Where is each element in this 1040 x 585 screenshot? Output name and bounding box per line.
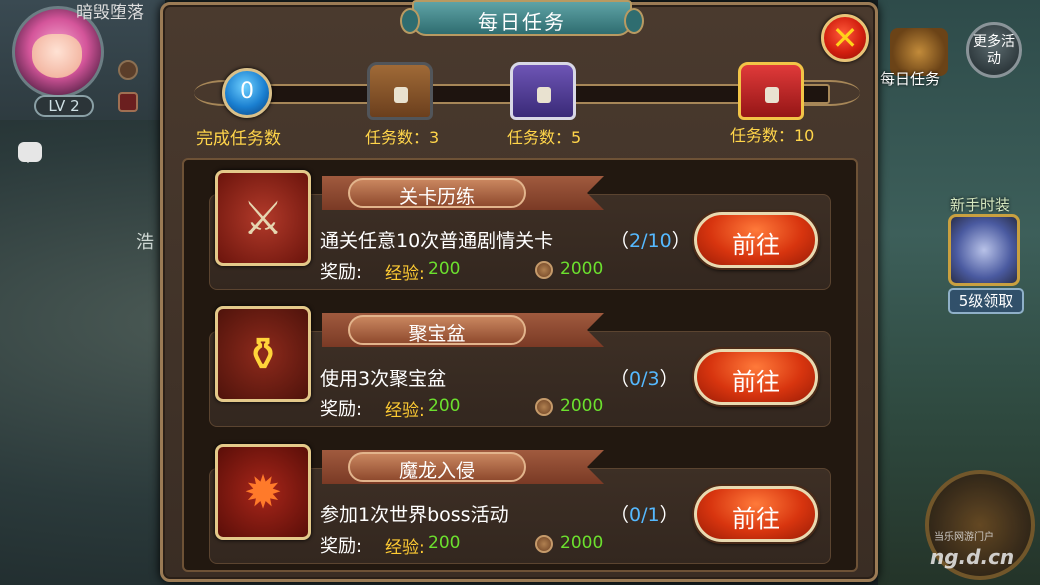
task-progress-open: （	[610, 504, 630, 526]
reward-label: 奖励:	[320, 262, 363, 283]
task-progress-number: 0/1	[629, 504, 660, 526]
task-progress-close: ）	[659, 368, 679, 390]
exp-label: 经验:	[385, 264, 425, 284]
close-x-icon: ✕	[831, 19, 859, 57]
more-activities-button[interactable]: 更多活动	[966, 22, 1022, 78]
task-title-plate: 关卡历练	[348, 178, 526, 208]
reward-label: 奖励:	[320, 399, 363, 420]
task-title-plate: 魔龙入侵	[348, 452, 526, 482]
player-level-badge: LV 2	[34, 95, 94, 117]
chest-2-requirement: 任务数：5	[507, 128, 582, 147]
gold-coin-icon	[535, 535, 553, 553]
watermark: ng.d.cn	[930, 545, 1015, 569]
completed-count-orb: 0	[222, 68, 272, 118]
gold-value: 2000	[560, 396, 604, 416]
daily-quest-side-label: 每日任务	[880, 70, 941, 88]
task-progress: （0/1）	[610, 500, 679, 527]
task-title: 聚宝盆	[408, 323, 466, 345]
task-progress-close: ）	[659, 504, 679, 526]
task-icon-frame: ⚱	[215, 306, 311, 402]
go-button[interactable]: 前往	[694, 486, 818, 542]
exp-label: 经验:	[385, 538, 425, 558]
dragon-head-icon: ✹	[243, 465, 283, 519]
newbie-outfit-label: 新手时装	[950, 196, 1011, 214]
task-progress-close: ）	[671, 230, 691, 252]
go-button-label: 前往	[732, 505, 780, 533]
chat-icon[interactable]	[18, 142, 42, 163]
gold-value: 2000	[560, 259, 604, 279]
exp-value: 200	[428, 259, 461, 279]
player-name: 暗毁堕落	[76, 3, 144, 23]
avatar-face	[32, 34, 82, 78]
reward-label: 奖励:	[320, 536, 363, 557]
go-button[interactable]: 前往	[694, 349, 818, 405]
outfit-icon[interactable]	[948, 214, 1020, 286]
exp-label: 经验:	[385, 401, 425, 421]
chest-3-requirement: 任务数：10	[730, 126, 815, 145]
task-title: 魔龙入侵	[398, 460, 475, 482]
dialog-title-plate: 每日任务	[400, 0, 644, 36]
chest-1-requirement: 任务数：3	[365, 128, 440, 147]
task-icon-frame: ✹	[215, 444, 311, 540]
close-button[interactable]: ✕	[821, 14, 869, 62]
wooden-chest-icon[interactable]	[367, 62, 433, 120]
completed-count-label: 完成任务数	[196, 129, 281, 149]
exp-value: 200	[428, 533, 461, 553]
gold-value: 2000	[560, 533, 604, 553]
task-title: 关卡历练	[398, 186, 475, 208]
task-title-plate: 聚宝盆	[348, 315, 526, 345]
gold-red-chest-icon[interactable]	[738, 62, 804, 120]
task-description: 通关任意10次普通剧情关卡	[320, 230, 554, 252]
treasure-bowl-icon: ⚱	[243, 327, 283, 381]
gold-coin-icon	[535, 261, 553, 279]
battle-icon	[118, 92, 138, 112]
scene-text: 浩	[136, 232, 154, 253]
task-description: 参加1次世界boss活动	[320, 504, 509, 526]
coin-icon	[118, 60, 138, 80]
silver-purple-chest-icon[interactable]	[510, 62, 576, 120]
task-progress-open: （	[610, 368, 630, 390]
exp-value: 200	[428, 396, 461, 416]
task-icon-frame: ⚔	[215, 170, 311, 266]
task-progress: （2/10）	[610, 226, 691, 253]
dialog-title: 每日任务	[478, 10, 566, 34]
task-progress-number: 0/3	[629, 368, 660, 390]
watermark-subtitle: 当乐网游门户	[934, 532, 994, 543]
go-button-label: 前往	[732, 368, 780, 396]
task-progress-open: （	[610, 230, 630, 252]
crossed-swords-icon: ⚔	[242, 191, 284, 245]
task-description: 使用3次聚宝盆	[320, 368, 447, 390]
claim-outfit-button[interactable]: 5级领取	[948, 288, 1024, 314]
task-progress: （0/3）	[610, 364, 679, 391]
task-progress-number: 2/10	[629, 230, 672, 252]
go-button-label: 前往	[732, 231, 780, 259]
go-button[interactable]: 前往	[694, 212, 818, 268]
gold-coin-icon	[535, 398, 553, 416]
